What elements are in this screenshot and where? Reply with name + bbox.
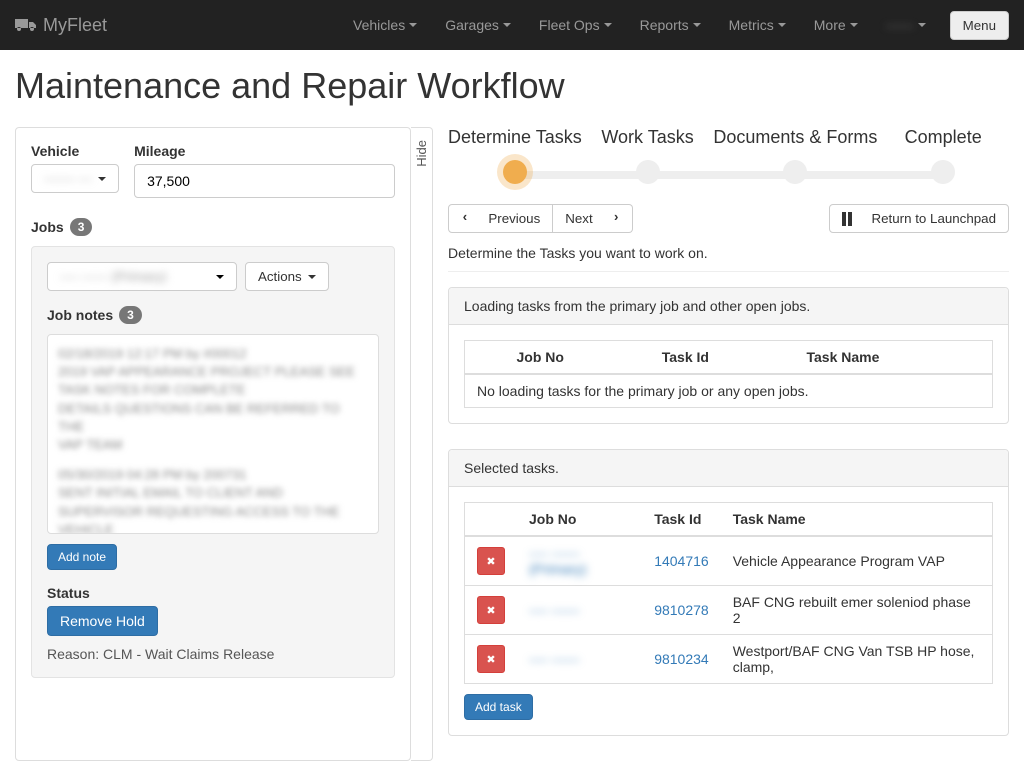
notes-label: Job notes xyxy=(47,307,113,323)
jobs-count-badge: 3 xyxy=(70,218,93,236)
vehicle-label: Vehicle xyxy=(31,143,119,159)
col-taskname: Task Name xyxy=(721,503,993,537)
page-title: Maintenance and Repair Workflow xyxy=(15,65,1009,107)
notes-list: 02/18/2019 12:17 PM by #000122019 VAP AP… xyxy=(47,334,379,534)
previous-button[interactable]: ‹ Previous xyxy=(448,204,553,233)
caret-icon xyxy=(503,23,511,27)
right-panel: Determine Tasks Work Tasks Documents & F… xyxy=(433,127,1009,761)
actions-dropdown[interactable]: Actions xyxy=(245,262,329,291)
add-note-button[interactable]: Add note xyxy=(47,544,117,570)
step-documents[interactable]: Documents & Forms xyxy=(713,127,877,184)
col-jobno: Job No xyxy=(517,503,642,537)
notes-count-badge: 3 xyxy=(119,306,142,324)
brand[interactable]: MyFleet xyxy=(15,15,107,36)
menu-button[interactable]: Menu xyxy=(950,11,1009,40)
caret-icon xyxy=(409,23,417,27)
status-label: Status xyxy=(47,585,379,601)
col-taskid: Task Id xyxy=(642,503,721,537)
caret-icon xyxy=(604,23,612,27)
job-select-dropdown[interactable]: ---- ------ (Primary) xyxy=(47,262,237,291)
mileage-input[interactable] xyxy=(134,164,395,198)
nav-vehicles[interactable]: Vehicles xyxy=(341,2,429,48)
loading-tasks-table: Job No Task Id Task Name No loading task… xyxy=(464,340,993,408)
caret-icon xyxy=(98,177,106,181)
navbar: MyFleet Vehicles Garages Fleet Ops Repor… xyxy=(0,0,1024,50)
col-taskid: Task Id xyxy=(650,341,795,375)
step-indicator: Determine Tasks Work Tasks Documents & F… xyxy=(448,127,1009,184)
mileage-label: Mileage xyxy=(134,143,395,159)
nav-garages[interactable]: Garages xyxy=(433,2,523,48)
table-row: ✖ ---- ------ 9810234 Westport/BAF CNG V… xyxy=(465,635,993,684)
taskid-link[interactable]: 1404716 xyxy=(654,553,709,569)
truck-icon xyxy=(15,17,37,33)
note-entry: 05/30/2019 04:28 PM by 200731SENT INITIA… xyxy=(58,466,368,534)
next-button[interactable]: Next › xyxy=(553,204,633,233)
step-complete[interactable]: Complete xyxy=(877,127,1009,184)
caret-icon xyxy=(693,23,701,27)
panel-heading: Loading tasks from the primary job and o… xyxy=(449,288,1008,325)
nav-user[interactable]: ------ xyxy=(874,2,938,48)
remove-task-button[interactable]: ✖ xyxy=(477,547,505,575)
vehicle-dropdown[interactable]: ------- --- xyxy=(31,164,119,193)
taskname: Westport/BAF CNG Van TSB HP hose, clamp, xyxy=(721,635,993,684)
selected-tasks-panel: Selected tasks. Job No Task Id Task Name… xyxy=(448,449,1009,736)
brand-text: MyFleet xyxy=(43,15,107,36)
hide-panel-tab[interactable]: Hide xyxy=(411,127,433,761)
empty-message: No loading tasks for the primary job or … xyxy=(465,374,993,408)
status-reason: Reason: CLM - Wait Claims Release xyxy=(47,646,379,662)
nav-fleetops[interactable]: Fleet Ops xyxy=(527,2,624,48)
caret-icon xyxy=(216,275,224,279)
nav-reports[interactable]: Reports xyxy=(628,2,713,48)
add-task-button[interactable]: Add task xyxy=(464,694,533,720)
caret-icon xyxy=(778,23,786,27)
remove-hold-button[interactable]: Remove Hold xyxy=(47,606,158,636)
taskid-link[interactable]: 9810278 xyxy=(654,602,709,618)
caret-icon xyxy=(918,23,926,27)
nav-more[interactable]: More xyxy=(802,2,870,48)
col-taskname: Task Name xyxy=(794,341,992,375)
jobs-well: ---- ------ (Primary) Actions Job notes … xyxy=(31,246,395,678)
pause-icon xyxy=(842,212,852,226)
taskid-link[interactable]: 9810234 xyxy=(654,651,709,667)
jobno-link[interactable]: ---- ------ xyxy=(529,651,580,667)
chevron-left-icon: ‹ xyxy=(461,211,469,226)
col-jobno: Job No xyxy=(505,341,650,375)
taskname: Vehicle Appearance Program VAP xyxy=(721,536,993,586)
selected-tasks-table: Job No Task Id Task Name ✖ ---- ------ (… xyxy=(464,502,993,684)
remove-task-button[interactable]: ✖ xyxy=(477,645,505,673)
remove-task-button[interactable]: ✖ xyxy=(477,596,505,624)
return-launchpad-button[interactable]: Return to Launchpad xyxy=(829,204,1009,233)
jobs-label: Jobs xyxy=(31,219,64,235)
left-panel: Vehicle ------- --- Mileage Jobs 3 xyxy=(15,127,411,761)
loading-tasks-panel: Loading tasks from the primary job and o… xyxy=(448,287,1009,424)
taskname: BAF CNG rebuilt emer soleniod phase 2 xyxy=(721,586,993,635)
step-determine[interactable]: Determine Tasks xyxy=(448,127,582,184)
chevron-right-icon: › xyxy=(612,211,620,226)
caret-icon xyxy=(308,275,316,279)
table-row: ✖ ---- ------ 9810278 BAF CNG rebuilt em… xyxy=(465,586,993,635)
caret-icon xyxy=(850,23,858,27)
panel-heading: Selected tasks. xyxy=(449,450,1008,487)
jobno-link[interactable]: ---- ------ (Primary) xyxy=(529,545,587,577)
step-work[interactable]: Work Tasks xyxy=(582,127,714,184)
instruction-text: Determine the Tasks you want to work on. xyxy=(448,245,1009,261)
nav-metrics[interactable]: Metrics xyxy=(717,2,798,48)
jobno-link[interactable]: ---- ------ xyxy=(529,602,580,618)
note-entry: 02/18/2019 12:17 PM by #000122019 VAP AP… xyxy=(58,345,368,454)
table-row: ✖ ---- ------ (Primary) 1404716 Vehicle … xyxy=(465,536,993,586)
